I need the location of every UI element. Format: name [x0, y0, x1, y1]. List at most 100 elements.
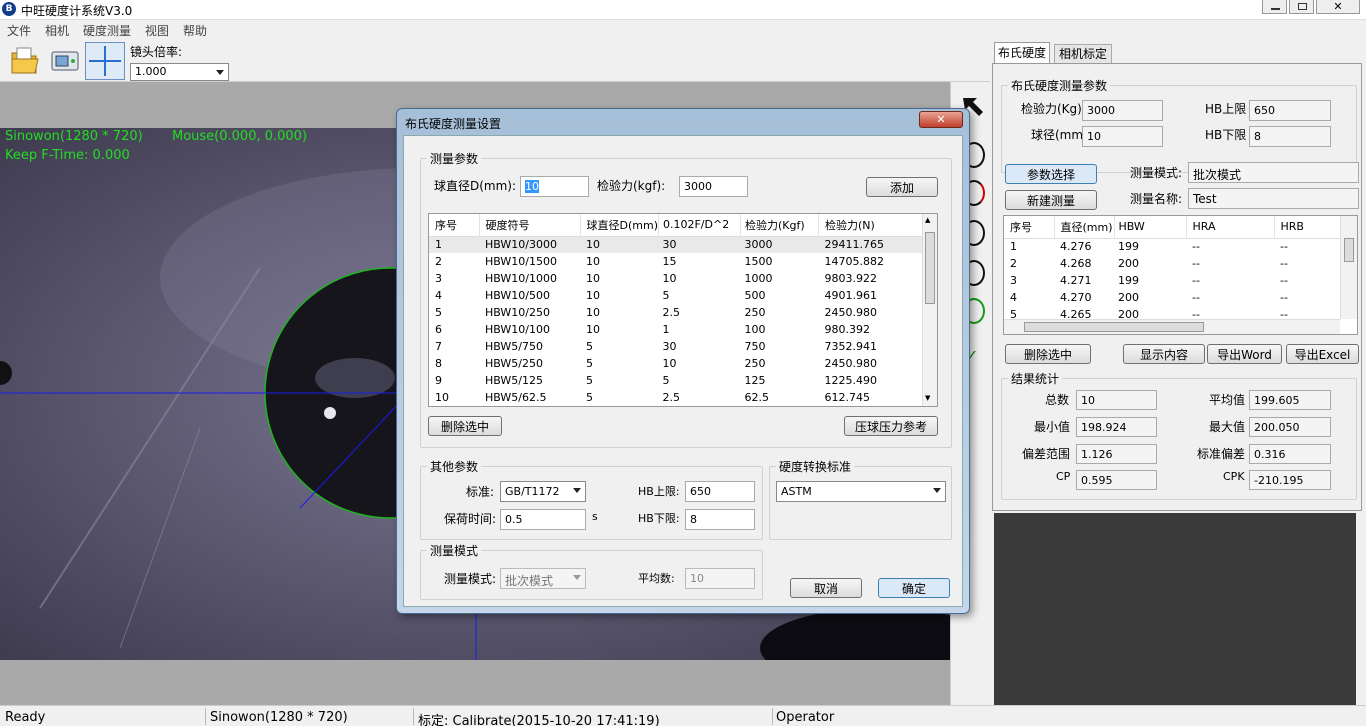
tab-camera-calibration[interactable]: 相机标定	[1054, 44, 1112, 63]
standard-select[interactable]: GB/T1172	[500, 481, 586, 502]
right-panel: 布氏硬度 相机标定 布氏硬度测量参数 检验力(Kg) 3000 HB上限 650…	[990, 40, 1366, 705]
cpk-field[interactable]: -210.195	[1249, 470, 1331, 490]
menu-view[interactable]: 视图	[145, 22, 169, 39]
hb-upper-input[interactable]: 650	[685, 481, 755, 502]
table-row[interactable]: 1 HBW10/3000 10 30 3000 29411.765	[429, 236, 922, 253]
close-window-button[interactable]: ✕	[1316, 0, 1360, 14]
table-cell: 250	[744, 306, 766, 319]
hb-upper-field[interactable]: 650	[1249, 100, 1331, 121]
measure-mode-select[interactable]: 批次模式	[500, 568, 586, 589]
menu-hardness[interactable]: 硬度测量	[83, 22, 131, 39]
app-logo-icon: B	[2, 2, 16, 16]
table-cell: 14705.882	[824, 255, 884, 268]
force-input-label: 检验力(kgf):	[597, 179, 666, 193]
ball-diameter-field[interactable]: 10	[1082, 126, 1163, 147]
average-count-input[interactable]: 10	[685, 568, 755, 589]
delete-selected-button[interactable]: 删除选中	[1005, 344, 1091, 364]
max-field[interactable]: 200.050	[1249, 417, 1331, 437]
min-field[interactable]: 198.924	[1076, 417, 1157, 437]
table-cell: HBW5/250	[485, 357, 544, 370]
table-row[interactable]: 8 HBW5/250 5 10 250 2450.980	[429, 355, 922, 372]
ball-pressure-reference-button[interactable]: 压球压力参考	[844, 416, 938, 436]
hold-time-input[interactable]: 0.5	[500, 509, 586, 530]
average-field[interactable]: 199.605	[1249, 390, 1331, 410]
table-cell: --	[1192, 257, 1200, 270]
table-row[interactable]: 5 HBW10/250 10 2.5 250 2450.980	[429, 304, 922, 321]
add-button[interactable]: 添加	[866, 177, 938, 197]
table-cell: HBW10/1500	[485, 255, 557, 268]
conversion-standard-select[interactable]: ASTM	[776, 481, 946, 502]
camera-capture-icon[interactable]	[50, 48, 80, 74]
maximize-button[interactable]	[1289, 0, 1314, 14]
table-cell: 2450.980	[824, 306, 877, 319]
table-cell: 15	[662, 255, 677, 268]
table-cell: 62.5	[744, 391, 769, 404]
hb-lower-input[interactable]: 8	[685, 509, 755, 530]
dialog-body: 测量参数 球直径D(mm): 10 检验力(kgf): 3000 添加 序号 硬…	[403, 135, 963, 607]
chevron-down-icon	[933, 488, 941, 493]
dialog-close-button[interactable]: ✕	[919, 111, 963, 128]
table-row[interactable]: 2 4.268 200 -- --	[1004, 255, 1340, 272]
export-excel-button[interactable]: 导出Excel	[1286, 344, 1359, 364]
table-row[interactable]: 3 HBW10/1000 10 10 1000 9803.922	[429, 270, 922, 287]
lens-magnification-select[interactable]: 1.000	[130, 63, 229, 81]
table-cell: 199	[1118, 240, 1139, 254]
table-row[interactable]: 9 HBW5/125 5 5 125 1225.490	[429, 372, 922, 389]
open-folder-icon[interactable]	[10, 45, 40, 77]
new-measure-button[interactable]: 新建测量	[1005, 190, 1097, 210]
crosshair-button[interactable]	[85, 42, 125, 80]
menu-help[interactable]: 帮助	[183, 22, 207, 39]
force-table-vscrollbar[interactable]: ▲ ▼	[922, 214, 937, 406]
export-word-button[interactable]: 导出Word	[1207, 344, 1282, 364]
table-row[interactable]: 6 HBW10/100 10 1 100 980.392	[429, 321, 922, 338]
ball-diameter-label: 球径(mm)	[1031, 128, 1088, 142]
results-vscrollbar[interactable]	[1340, 216, 1357, 319]
ball-diameter-input[interactable]: 10	[520, 176, 589, 197]
menu-camera[interactable]: 相机	[45, 22, 69, 39]
table-cell: 2.5	[662, 391, 680, 404]
table-row[interactable]: 4 4.270 200 -- --	[1004, 289, 1340, 306]
force-field[interactable]: 3000	[1082, 100, 1163, 121]
chevron-down-icon	[573, 575, 581, 580]
table-row[interactable]: 4 HBW10/500 10 5 500 4901.961	[429, 287, 922, 304]
range-field[interactable]: 1.126	[1076, 444, 1157, 464]
table-cell: 199	[1118, 274, 1139, 287]
table-cell: 5	[586, 374, 593, 387]
table-cell: 125	[744, 374, 766, 387]
ok-button[interactable]: 确定	[878, 578, 950, 598]
minimize-button[interactable]	[1262, 0, 1287, 14]
table-row[interactable]: 7 HBW5/750 5 30 750 7352.941	[429, 338, 922, 355]
table-row[interactable]: 2 HBW10/1500 10 15 1500 14705.882	[429, 253, 922, 270]
table-row[interactable]: 10 HBW5/62.5 5 2.5 62.5 612.745	[429, 389, 922, 406]
hb-lower-label: HB下限	[1205, 128, 1247, 142]
table-cell: 3	[1010, 274, 1017, 287]
show-content-button[interactable]: 显示内容	[1123, 344, 1205, 364]
table-row[interactable]: 3 4.271 199 -- --	[1004, 272, 1340, 289]
total-field[interactable]: 10	[1076, 390, 1157, 410]
delete-selected-row-button[interactable]: 删除选中	[428, 416, 502, 436]
hb-upper-input-label: HB上限:	[638, 485, 680, 498]
hb-lower-field[interactable]: 8	[1249, 126, 1331, 147]
status-ready: Ready	[5, 710, 46, 725]
cp-field[interactable]: 0.595	[1076, 470, 1157, 490]
std-dev-field[interactable]: 0.316	[1249, 444, 1331, 464]
hb-lower-input-label: HB下限:	[638, 512, 680, 525]
table-cell: HBW5/62.5	[485, 391, 547, 404]
table-cell: 612.745	[824, 391, 870, 404]
measure-name-label: 测量名称:	[1130, 192, 1183, 206]
measure-mode-field[interactable]: 批次模式	[1188, 162, 1359, 183]
param-select-button[interactable]: 参数选择	[1005, 164, 1097, 184]
menu-file[interactable]: 文件	[7, 22, 31, 39]
table-cell: 2	[1010, 257, 1017, 270]
chevron-down-icon	[216, 70, 224, 75]
results-hscrollbar[interactable]	[1004, 319, 1340, 334]
col-force-n: 检验力(N)	[824, 218, 875, 232]
cancel-button[interactable]: 取消	[790, 578, 862, 598]
table-row[interactable]: 1 4.276 199 -- --	[1004, 238, 1340, 255]
tab-brinell[interactable]: 布氏硬度	[994, 42, 1050, 63]
force-label: 检验力(Kg)	[1021, 102, 1082, 116]
col-diameter: 直径(mm)	[1054, 216, 1115, 238]
measure-name-field[interactable]: Test	[1188, 188, 1359, 209]
table-cell: HBW10/500	[485, 289, 551, 302]
force-input[interactable]: 3000	[679, 176, 748, 197]
